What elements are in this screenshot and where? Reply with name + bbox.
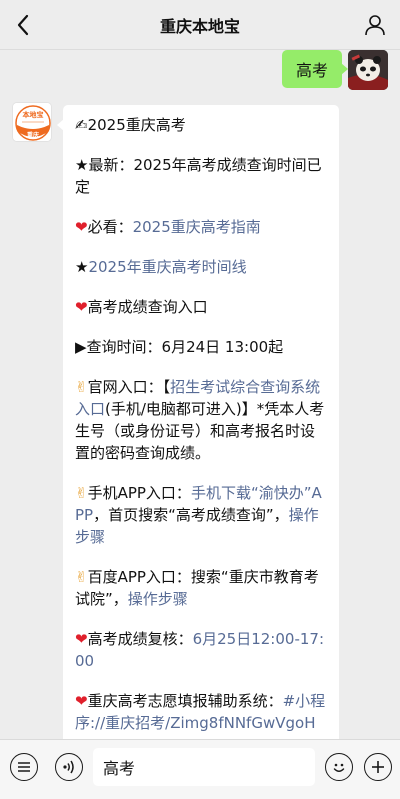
emoji-button[interactable] <box>325 753 353 781</box>
message-paragraph: ★2025年重庆高考时间线 <box>75 256 327 278</box>
message-text: 重庆高考志愿填报辅助系统： <box>87 692 283 710</box>
message-paragraph: ❤高考成绩复核：6月25日12:00-17:00 <box>75 628 327 672</box>
message-paragraph: ✌官网入口：【招生考试综合查询系统入口(手机/电脑都可进入)】*凭本人考生号（或… <box>75 376 327 464</box>
heart-icon: ❤ <box>75 630 88 648</box>
message-paragraph: ✍2025重庆高考 <box>75 114 327 136</box>
input-bar: 高考 <box>0 739 400 799</box>
writing-hand-icon: ✍ <box>75 116 88 134</box>
person-icon <box>365 15 385 36</box>
message-paragraph: ❤高考成绩查询入口 <box>75 296 327 318</box>
list-menu-icon <box>18 762 30 772</box>
message-text: 高考成绩查询入口 <box>87 298 208 316</box>
message-text: ★最新：2025年高考成绩查询时间已定 <box>75 156 322 196</box>
message-input[interactable]: 高考 <box>93 748 315 786</box>
message-paragraph: ★最新：2025年高考成绩查询时间已定 <box>75 154 327 198</box>
message-text: 高考成绩复核： <box>87 630 193 648</box>
message-paragraph: ✌手机APP入口：手机下载“渝快办”APP，首页搜索“高考成绩查询”，操作步骤 <box>75 482 327 548</box>
victory-hand-icon: ✌ <box>75 484 88 502</box>
message-text: ▶查询时间：6月24日 13:00起 <box>75 338 284 356</box>
message-text: 必看： <box>87 218 133 236</box>
timeline-link[interactable]: 2025年重庆高考时间线 <box>88 258 246 276</box>
voice-icon <box>63 760 74 774</box>
profile-button[interactable] <box>360 10 390 40</box>
message-paragraph: ❤必看：2025重庆高考指南 <box>75 216 327 238</box>
chat-area[interactable]: 高考 本地宝 重庆 ✍2025重庆高考 ★最新：2025年高考成绩查询时间已定 … <box>0 50 400 739</box>
victory-hand-icon: ✌ <box>75 568 88 586</box>
message-paragraph: ✌百度APP入口：搜索“重庆市教育考试院”，操作步骤 <box>75 566 327 610</box>
chevron-left-icon <box>17 14 29 36</box>
heart-icon: ❤ <box>75 692 88 710</box>
user-avatar[interactable] <box>348 50 388 90</box>
message-paragraph: ▶查询时间：6月24日 13:00起 <box>75 336 327 358</box>
message-text: ，首页搜索“高考成绩查询”， <box>93 506 289 524</box>
message-text: 百度APP入口：搜索“重庆市教育考试院”， <box>75 568 319 608</box>
message-text: 官网入口：【 <box>87 378 171 396</box>
voice-button[interactable] <box>55 753 83 781</box>
panda-avatar-icon <box>348 50 388 90</box>
heart-icon: ❤ <box>75 298 88 316</box>
message-text: 2025重庆高考 <box>87 116 186 134</box>
chat-title: 重庆本地宝 <box>159 16 240 36</box>
smiley-icon <box>333 763 345 772</box>
logo-top-text: 本地宝 <box>22 111 44 119</box>
sent-message-bubble[interactable]: 高考 <box>281 50 349 88</box>
message-text: (手机/电脑都可进入)】*凭本人考生号（或身份证号）和高考报名时设置的密码查询成… <box>75 400 325 462</box>
victory-hand-icon: ✌ <box>75 378 88 396</box>
message-text: 手机APP入口： <box>87 484 191 502</box>
message-paragraph: ❤重庆高考志愿填报辅助系统：#小程序://重庆招考/Zimg8fNNfGwVgo… <box>75 690 327 734</box>
chat-header: 重庆本地宝 <box>0 0 400 50</box>
star-icon: ★ <box>75 258 89 276</box>
steps-link[interactable]: 操作步骤 <box>128 590 188 608</box>
received-message-bubble[interactable]: ✍2025重庆高考 ★最新：2025年高考成绩查询时间已定 ❤必看：2025重庆… <box>57 105 339 739</box>
guide-link[interactable]: 2025重庆高考指南 <box>133 218 261 236</box>
heart-icon: ❤ <box>75 218 88 236</box>
more-button[interactable] <box>364 753 392 781</box>
logo-bottom-text: 重庆 <box>26 132 39 139</box>
official-account-avatar[interactable]: 本地宝 重庆 <box>12 102 52 142</box>
plus-icon <box>372 761 384 773</box>
back-button[interactable] <box>8 10 38 40</box>
menu-toggle-button[interactable] <box>10 753 38 781</box>
